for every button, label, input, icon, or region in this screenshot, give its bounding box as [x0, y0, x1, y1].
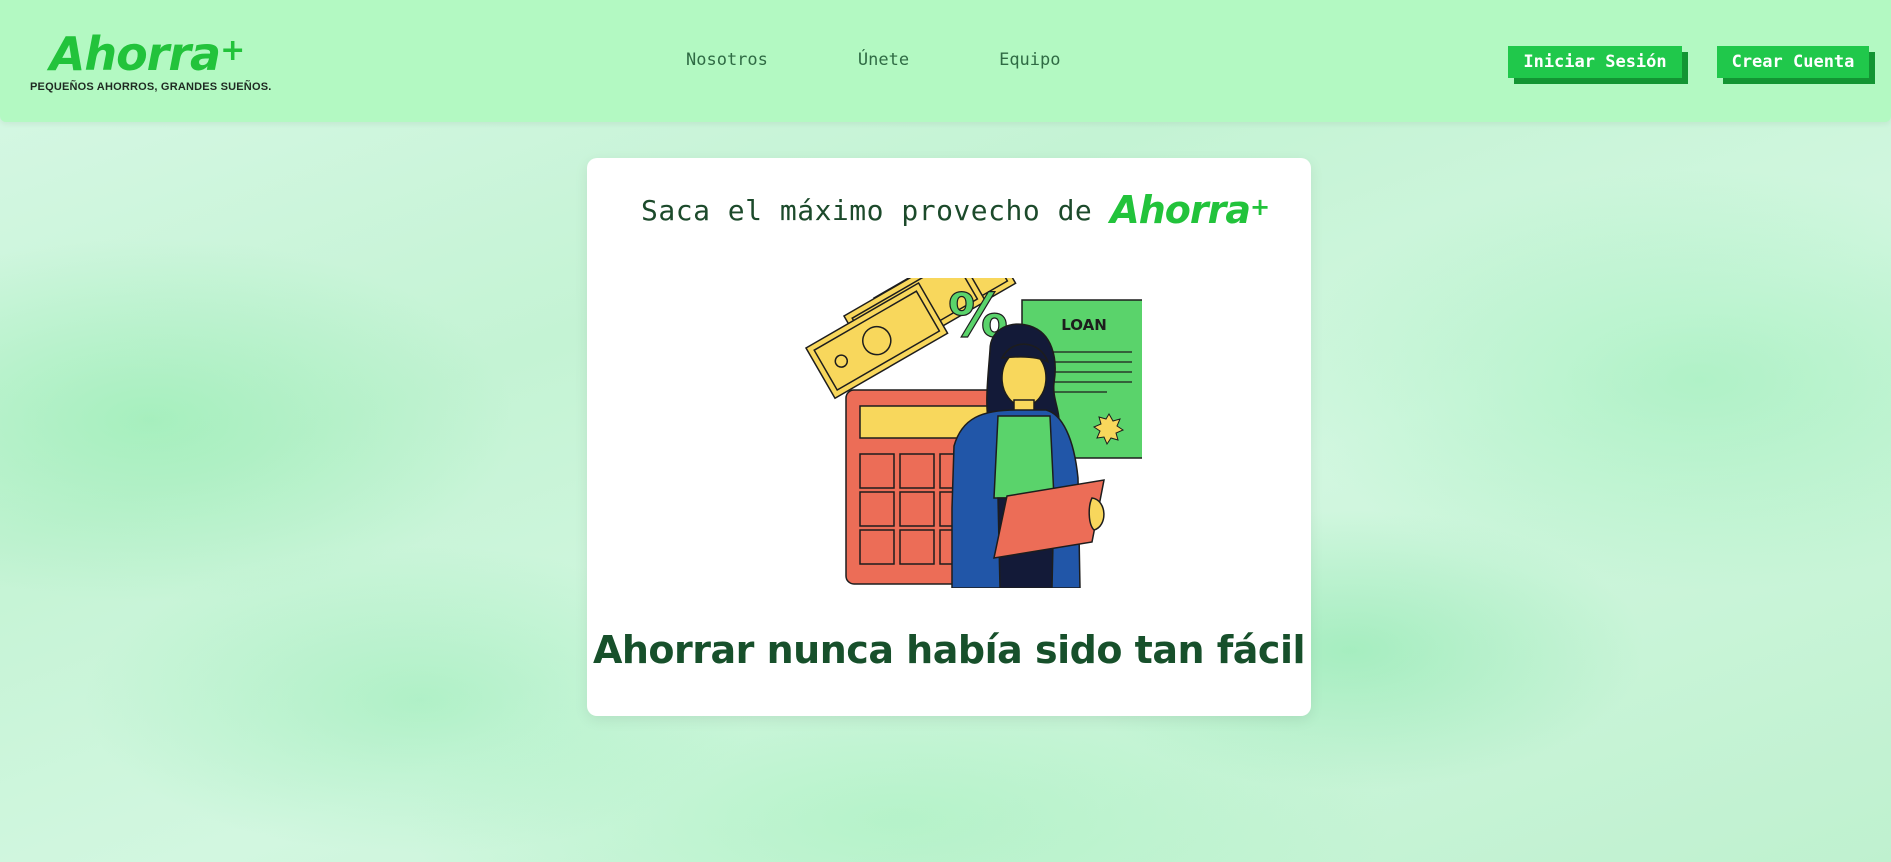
nav-link-unete[interactable]: Únete: [858, 50, 909, 70]
nav-link-equipo[interactable]: Equipo: [999, 50, 1060, 70]
top-navbar: Ahorra+ PEQUEÑOS AHORROS, GRANDES SUEÑOS…: [0, 0, 1891, 122]
brand-logo-text: Ahorra: [49, 27, 221, 81]
brand-logo-plus: +: [220, 33, 245, 68]
login-button[interactable]: Iniciar Sesión: [1508, 46, 1682, 78]
loan-label: LOAN: [1061, 316, 1107, 334]
signup-button[interactable]: Crear Cuenta: [1717, 46, 1869, 78]
brand-tagline: PEQUEÑOS AHORROS, GRANDES SUEÑOS.: [30, 81, 272, 93]
hero-logo-plus: +: [1250, 193, 1270, 221]
hero-heading: Saca el máximo provecho de Ahorra+: [641, 188, 1270, 232]
hero-card: Saca el máximo provecho de Ahorra+ % LOA…: [587, 158, 1311, 716]
brand-logo[interactable]: Ahorra+: [30, 26, 260, 79]
hero-logo: Ahorra+: [1110, 188, 1270, 232]
brand[interactable]: Ahorra+ PEQUEÑOS AHORROS, GRANDES SUEÑOS…: [30, 26, 272, 93]
hero-logo-text: Ahorra: [1110, 188, 1251, 232]
main-nav: Nosotros Únete Equipo: [686, 50, 1151, 70]
hero-heading-text: Saca el máximo provecho de: [641, 193, 1093, 227]
nav-link-nosotros[interactable]: Nosotros: [686, 50, 768, 70]
hero-tagline: Ahorrar nunca había sido tan fácil: [592, 628, 1306, 672]
savings-illustration: % LOAN: [804, 278, 1142, 588]
